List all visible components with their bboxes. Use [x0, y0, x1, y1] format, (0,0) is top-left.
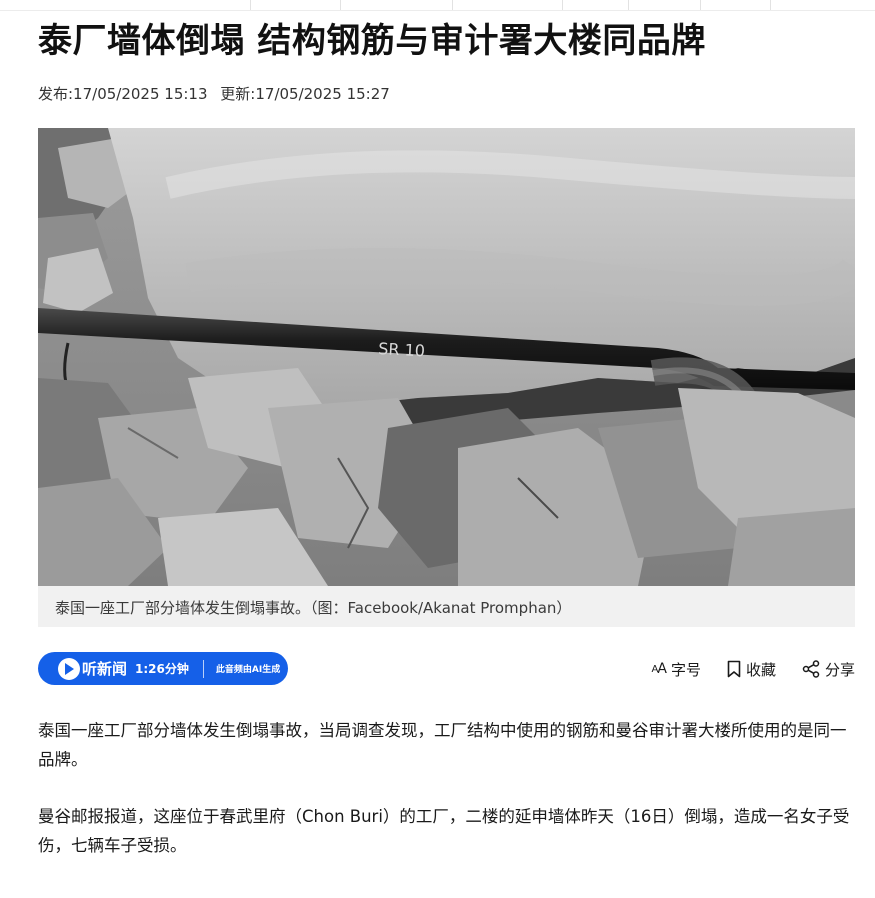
article-title: 泰厂墙体倒塌 结构钢筋与审计署大楼同品牌: [38, 21, 706, 61]
ai-generated-note: 此音频由AI生成: [215, 665, 281, 675]
font-size-button[interactable]: AA 字号: [652, 659, 701, 680]
bookmark-icon: [727, 660, 741, 678]
article-meta: 发布:17/05/2025 15:13 更新:17/05/2025 15:27: [38, 84, 398, 104]
listen-divider: [202, 659, 204, 678]
share-label: 分享: [824, 660, 855, 679]
top-nav-strip: [0, 0, 875, 11]
article-toolbar: AA 字号 收藏 分享: [626, 655, 855, 683]
share-button[interactable]: 分享: [802, 659, 855, 680]
share-icon: [802, 660, 820, 678]
bookmark-label: 收藏: [745, 660, 776, 679]
updated-time: 更新:17/05/2025 15:27: [220, 85, 390, 103]
play-icon: [58, 657, 80, 680]
article-photo[interactable]: SR 10: [38, 128, 855, 586]
font-size-label: 字号: [670, 660, 701, 679]
listen-label: 听新闻: [82, 660, 128, 678]
bookmark-button[interactable]: 收藏: [727, 659, 776, 680]
article-body: 泰国一座工厂部分墙体发生倒塌事故，当局调查发现，工厂结构中使用的钢筋和曼谷审计署…: [38, 716, 855, 888]
article-figure: SR 10 泰国一座工厂部分墙体发生倒塌事故。（图：Facebook/Akana…: [38, 128, 855, 627]
font-size-icon: AA: [652, 661, 667, 677]
image-caption: 泰国一座工厂部分墙体发生倒塌事故。（图：Facebook/Akanat Prom…: [55, 599, 572, 617]
font-size-icon-large: A: [657, 661, 667, 677]
published-time: 发布:17/05/2025 15:13: [38, 85, 208, 103]
listen-news-button[interactable]: 听新闻 1:26分钟 此音频由AI生成: [38, 652, 288, 685]
svg-text:SR 10: SR 10: [378, 339, 426, 360]
article-paragraph: 泰国一座工厂部分墙体发生倒塌事故，当局调查发现，工厂结构中使用的钢筋和曼谷审计署…: [38, 721, 847, 769]
article-paragraph: 曼谷邮报报道，这座位于春武里府（Chon Buri）的工厂，二楼的延申墙体昨天（…: [38, 807, 850, 855]
listen-duration: 1:26分钟: [135, 662, 189, 676]
